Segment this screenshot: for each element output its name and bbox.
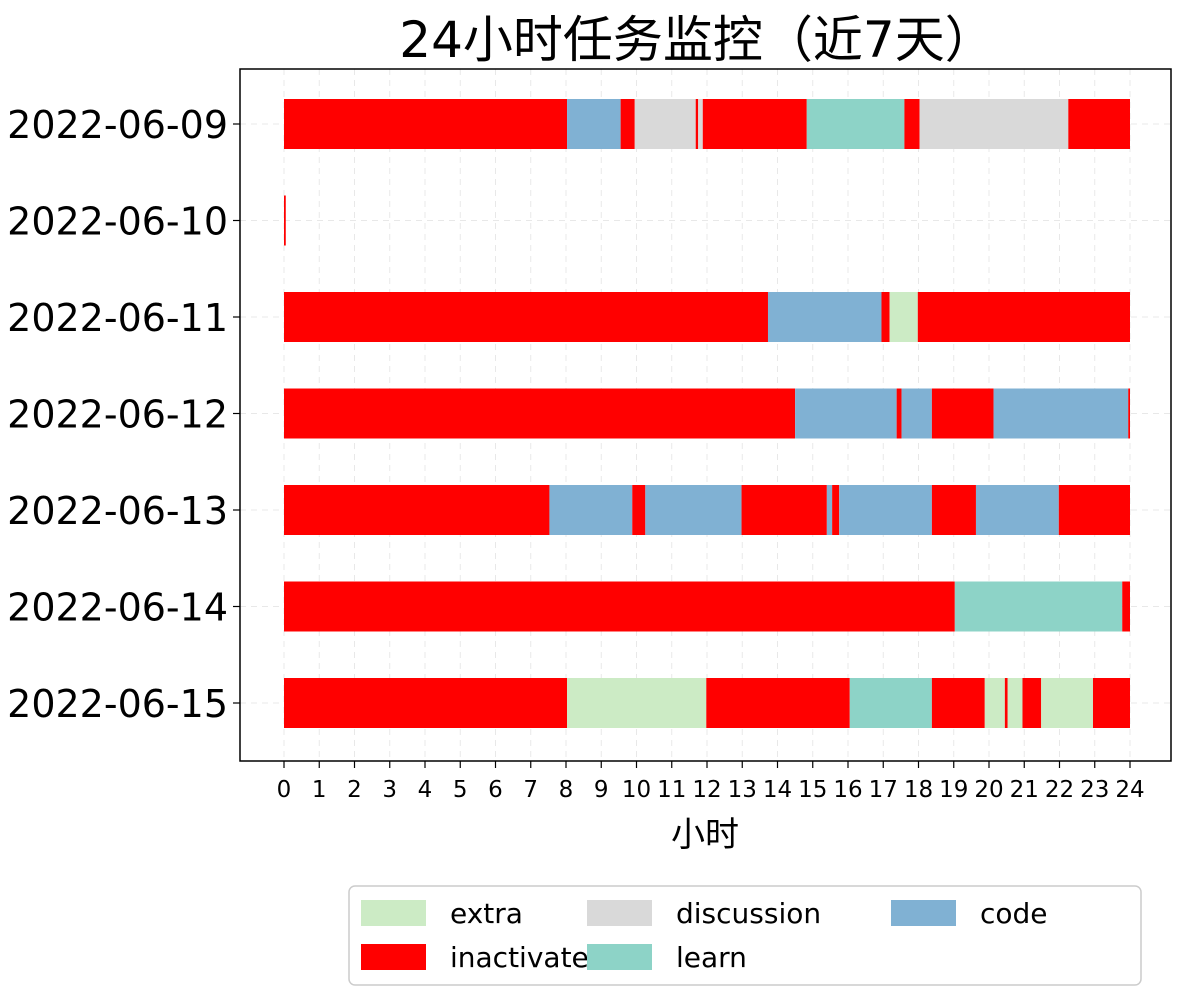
- bar-segment-inactivate: [284, 195, 286, 246]
- chart-svg: 24小时任务监控（近7天） 2022-06-092022-06-102022-0…: [7, 11, 1172, 986]
- legend-label-discussion: discussion: [676, 897, 821, 930]
- legend-label-learn: learn: [676, 941, 747, 974]
- x-tick-label: 4: [418, 777, 433, 803]
- bar-segment-discussion: [634, 99, 696, 149]
- bar-segment-inactivate: [1128, 388, 1130, 439]
- y-axis: 2022-06-09 2022-06-10 2022-06-11 2022-06-12…: [7, 103, 240, 726]
- bar-segment-inactivate: [1068, 99, 1130, 149]
- y-tick-label: 2022-06-15: [7, 682, 228, 726]
- y-tick-label: 2022-06-11: [7, 296, 228, 340]
- bar-segment-inactivate: [620, 99, 635, 149]
- bar-segment-inactivate: [832, 485, 840, 535]
- bar-segment-inactivate: [1004, 678, 1008, 728]
- x-tick-label: 21: [1010, 777, 1039, 803]
- x-tick-label: 3: [382, 777, 397, 803]
- x-tick-label: 19: [939, 777, 968, 803]
- x-tick-label: 11: [657, 777, 686, 803]
- bar-segment-code: [549, 485, 633, 535]
- x-tick-label: 17: [869, 777, 898, 803]
- bar-segment-inactivate: [1122, 581, 1130, 632]
- bar-segment-code: [839, 485, 932, 535]
- bar-segment-extra: [1041, 678, 1093, 728]
- bar-segment-code: [826, 485, 833, 535]
- x-tick-label: 10: [622, 777, 651, 803]
- bar-segment-inactivate: [904, 99, 920, 149]
- chart-title: 24小时任务监控（近7天）: [399, 11, 994, 69]
- bar-segment-discussion: [919, 99, 1069, 149]
- y-tick-label: 2022-06-09: [7, 103, 228, 147]
- x-tick-label: 20: [974, 777, 1003, 803]
- x-tick-label: 24: [1115, 777, 1144, 803]
- bar-segment-inactivate: [881, 292, 890, 342]
- x-tick-label: 12: [692, 777, 721, 803]
- bar-segment-code: [993, 388, 1129, 439]
- x-tick-label: 5: [453, 777, 468, 803]
- x-tick-label: 0: [277, 777, 292, 803]
- legend-swatch-discussion: [587, 900, 652, 926]
- bar-segment-inactivate: [284, 581, 955, 632]
- legend: extra inactivate discussion learn code: [348, 885, 1142, 986]
- x-axis: 0 1 2 3 4 5 6 7 8 9 10 11 12 13 14 15 16 17 18 19 20 21 22 23 24: [277, 761, 1145, 803]
- bar-segment-inactivate: [695, 99, 699, 149]
- y-tick-label: 2022-06-12: [7, 393, 228, 437]
- legend-swatch-learn: [587, 944, 652, 970]
- legend-label-code: code: [980, 897, 1048, 930]
- bar-segment-inactivate: [1058, 485, 1130, 535]
- x-tick-label: 16: [833, 777, 862, 803]
- x-tick-label: 23: [1080, 777, 1109, 803]
- x-tick-label: 18: [904, 777, 933, 803]
- x-tick-label: 7: [523, 777, 538, 803]
- bar-segment-inactivate: [284, 388, 796, 439]
- x-tick-label: 6: [488, 777, 503, 803]
- bar-segment-code: [645, 485, 742, 535]
- bar-segment-inactivate: [1022, 678, 1042, 728]
- x-tick-label: 22: [1045, 777, 1074, 803]
- legend-swatch-extra: [361, 900, 426, 926]
- bar-segment-inactivate: [931, 388, 994, 439]
- bar-segment-extra: [1007, 678, 1023, 728]
- x-tick-label: 2: [347, 777, 362, 803]
- legend-swatch-inactivate: [361, 944, 426, 970]
- bar-segment-inactivate: [931, 485, 976, 535]
- bar-segment-learn: [849, 678, 932, 728]
- bar-segment-inactivate: [917, 292, 1130, 342]
- bar-segment-code: [567, 99, 621, 149]
- bar-segment-extra: [984, 678, 1005, 728]
- x-tick-label: 14: [763, 777, 792, 803]
- x-tick-label: 1: [312, 777, 327, 803]
- x-tick-label: 13: [728, 777, 757, 803]
- x-tick-label: 15: [798, 777, 827, 803]
- y-tick-label: 2022-06-13: [7, 489, 228, 533]
- x-tick-label: 9: [594, 777, 609, 803]
- bar-segment-inactivate: [284, 292, 768, 342]
- bar-segment-code: [975, 485, 1059, 535]
- bar-segment-learn: [806, 99, 905, 149]
- legend-label-inactivate: inactivate: [450, 941, 589, 974]
- bar-segment-inactivate: [284, 99, 568, 149]
- bar-segment-inactivate: [284, 485, 550, 535]
- bar-segment-inactivate: [931, 678, 985, 728]
- legend-label-extra: extra: [450, 897, 523, 930]
- bar-segment-learn: [954, 581, 1123, 632]
- bar-segment-code: [795, 388, 897, 439]
- bar-segment-inactivate: [1092, 678, 1130, 728]
- bar-segment-inactivate: [741, 485, 827, 535]
- bar-segment-extra: [889, 292, 918, 342]
- bar-segment-inactivate: [706, 678, 850, 728]
- bar-segment-extra: [567, 678, 707, 728]
- y-tick-label: 2022-06-14: [7, 586, 228, 630]
- y-tick-label: 2022-06-10: [7, 200, 228, 244]
- x-axis-label: 小时: [671, 815, 739, 855]
- bar-segment-discussion: [698, 99, 703, 149]
- x-tick-label: 8: [559, 777, 574, 803]
- bar-segment-inactivate: [896, 388, 902, 439]
- bar-segment-code: [901, 388, 932, 439]
- bar-segment-inactivate: [632, 485, 646, 535]
- bar-segment-inactivate: [284, 678, 568, 728]
- bar-segment-inactivate: [702, 99, 807, 149]
- legend-swatch-code: [891, 900, 956, 926]
- bar-segment-code: [767, 292, 882, 342]
